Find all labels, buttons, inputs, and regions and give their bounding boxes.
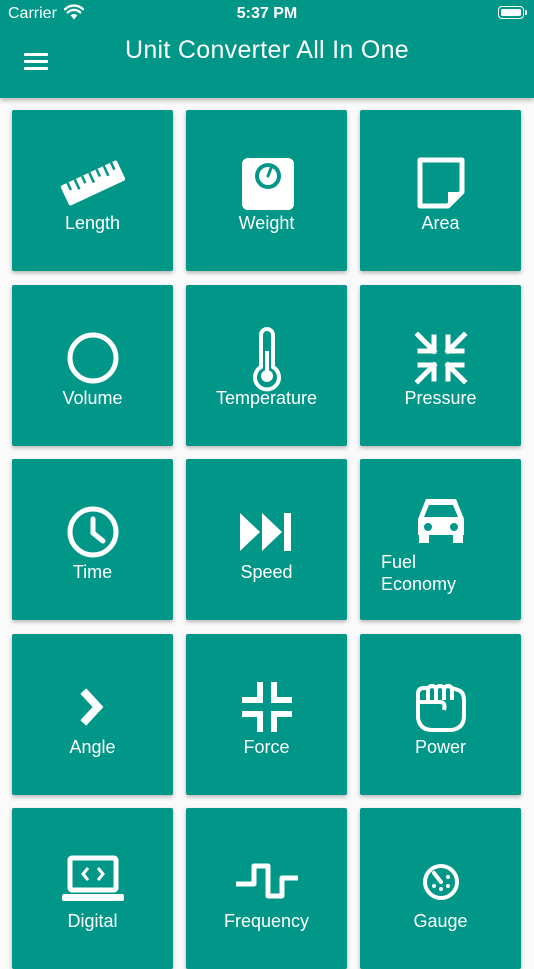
category-label: Temperature [215,388,318,408]
category-label: Pressure [404,388,477,408]
category-label: Power [414,737,467,757]
category-tile-speed[interactable]: Speed [186,459,347,620]
fist-icon [406,672,476,742]
car-icon [406,485,476,555]
compress-arrows-icon [406,323,476,393]
category-tile-area[interactable]: Area [360,110,521,271]
category-tile-digital[interactable]: Digital [12,808,173,969]
category-tile-length[interactable]: Length [12,110,173,271]
category-tile-fuel-economy[interactable]: Fuel Economy [360,459,521,620]
gauge-icon [406,846,476,916]
category-tile-angle[interactable]: Angle [12,634,173,795]
category-label: Force [243,737,290,757]
category-label: Area [421,213,460,233]
category-label: Fuel Economy [381,552,457,594]
category-tile-time[interactable]: Time [12,459,173,620]
category-tile-pressure[interactable]: Pressure [360,285,521,446]
battery-icon [498,6,527,19]
scale-icon [232,148,302,218]
category-label: Speed [240,562,293,582]
square-wave-icon [232,846,302,916]
category-label: Gauge [413,911,468,931]
category-tile-power[interactable]: Power [360,634,521,795]
category-label: Weight [238,213,295,233]
category-label: Angle [69,737,116,757]
category-label: Volume [62,388,123,408]
thermometer-icon [232,323,302,393]
circle-icon [58,323,128,393]
chevron-right-icon [58,672,128,742]
note-icon [406,148,476,218]
status-time: 5:37 PM [236,5,298,22]
category-tile-volume[interactable]: Volume [12,285,173,446]
app-bar: Carrier 5:37 PM Unit Converter All In On… [0,0,534,98]
category-tile-temperature[interactable]: Temperature [186,285,347,446]
ruler-icon [58,148,128,218]
laptop-code-icon [58,846,128,916]
category-label: Digital [67,911,118,931]
category-tile-weight[interactable]: Weight [186,110,347,271]
category-label: Time [72,562,113,582]
category-tile-force[interactable]: Force [186,634,347,795]
category-tile-frequency[interactable]: Frequency [186,808,347,969]
status-bar: Carrier 5:37 PM [0,0,534,28]
category-label: Length [64,213,121,233]
app-title: Unit Converter All In One [124,36,409,64]
category-label: Frequency [223,911,310,931]
clock-icon [58,497,128,567]
compress-corners-icon [232,672,302,742]
category-tile-gauge[interactable]: Gauge [360,808,521,969]
fast-forward-icon [232,497,302,567]
